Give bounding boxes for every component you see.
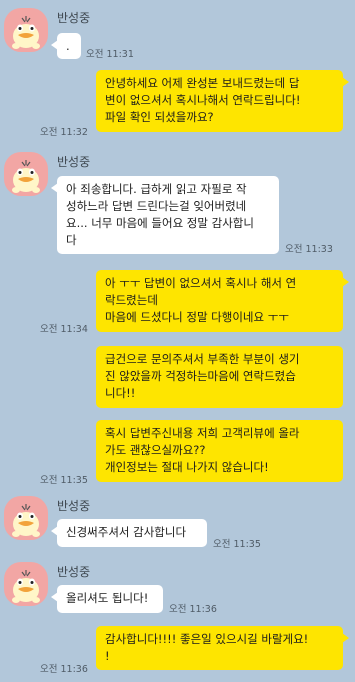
sender-name: 반성중 [57, 155, 91, 169]
incoming-message-bubble[interactable]: . [51, 33, 81, 59]
outgoing-message-bubble[interactable]: 급건으로 문의주셔서 부족한 부분이 생기 진 않았을까 걱정하는마음에 연락드… [96, 346, 343, 408]
sender-avatar[interactable] [4, 8, 48, 52]
sender-avatar[interactable] [4, 152, 48, 196]
outgoing-message-bubble[interactable]: 안녕하세요 어제 완성본 보내드렸는데 답 변이 없으셔서 혹시나해서 연락드립… [96, 70, 349, 132]
incoming-message-bubble[interactable]: 신경써주셔서 감사합니다 [51, 519, 207, 547]
message-time: 오전 11:31 [86, 49, 134, 60]
outgoing-message-bubble[interactable]: 감사합니다!!!! 좋은일 있으시길 바랄게요! ! [96, 626, 349, 670]
sender-avatar[interactable] [4, 562, 48, 606]
message-time: 오전 11:34 [40, 324, 88, 335]
outgoing-message-bubble[interactable]: 아 ㅜㅜ 답변이 없으셔서 혹시나 해서 연 락드렸는데 마음에 드셨다니 정말… [96, 270, 349, 332]
sender-name: 반성중 [57, 499, 91, 513]
incoming-message-bubble[interactable]: 아 죄송합니다. 급하게 읽고 자필로 작 성하느라 답변 드린다는걸 잊어버렸… [51, 176, 279, 254]
message-time: 오전 11:35 [40, 475, 88, 486]
duck-avatar-icon [12, 160, 40, 193]
message-time: 오전 11:33 [285, 244, 333, 255]
message-time: 오전 11:35 [213, 539, 261, 550]
duck-avatar-icon [12, 16, 40, 49]
duck-avatar-icon [12, 504, 40, 537]
duck-avatar-icon [12, 570, 40, 603]
sender-name: 반성중 [57, 11, 91, 25]
message-time: 오전 11:36 [40, 664, 88, 675]
sender-avatar[interactable] [4, 496, 48, 540]
outgoing-message-bubble[interactable]: 혹시 답변주신내용 저희 고객리뷰에 올라 가도 괜찮으실까요?? 개인정보는 … [96, 420, 343, 482]
message-time: 오전 11:36 [169, 604, 217, 615]
incoming-message-bubble[interactable]: 올리셔도 됩니다! [51, 585, 163, 613]
sender-name: 반성중 [57, 565, 91, 579]
message-time: 오전 11:32 [40, 127, 88, 138]
